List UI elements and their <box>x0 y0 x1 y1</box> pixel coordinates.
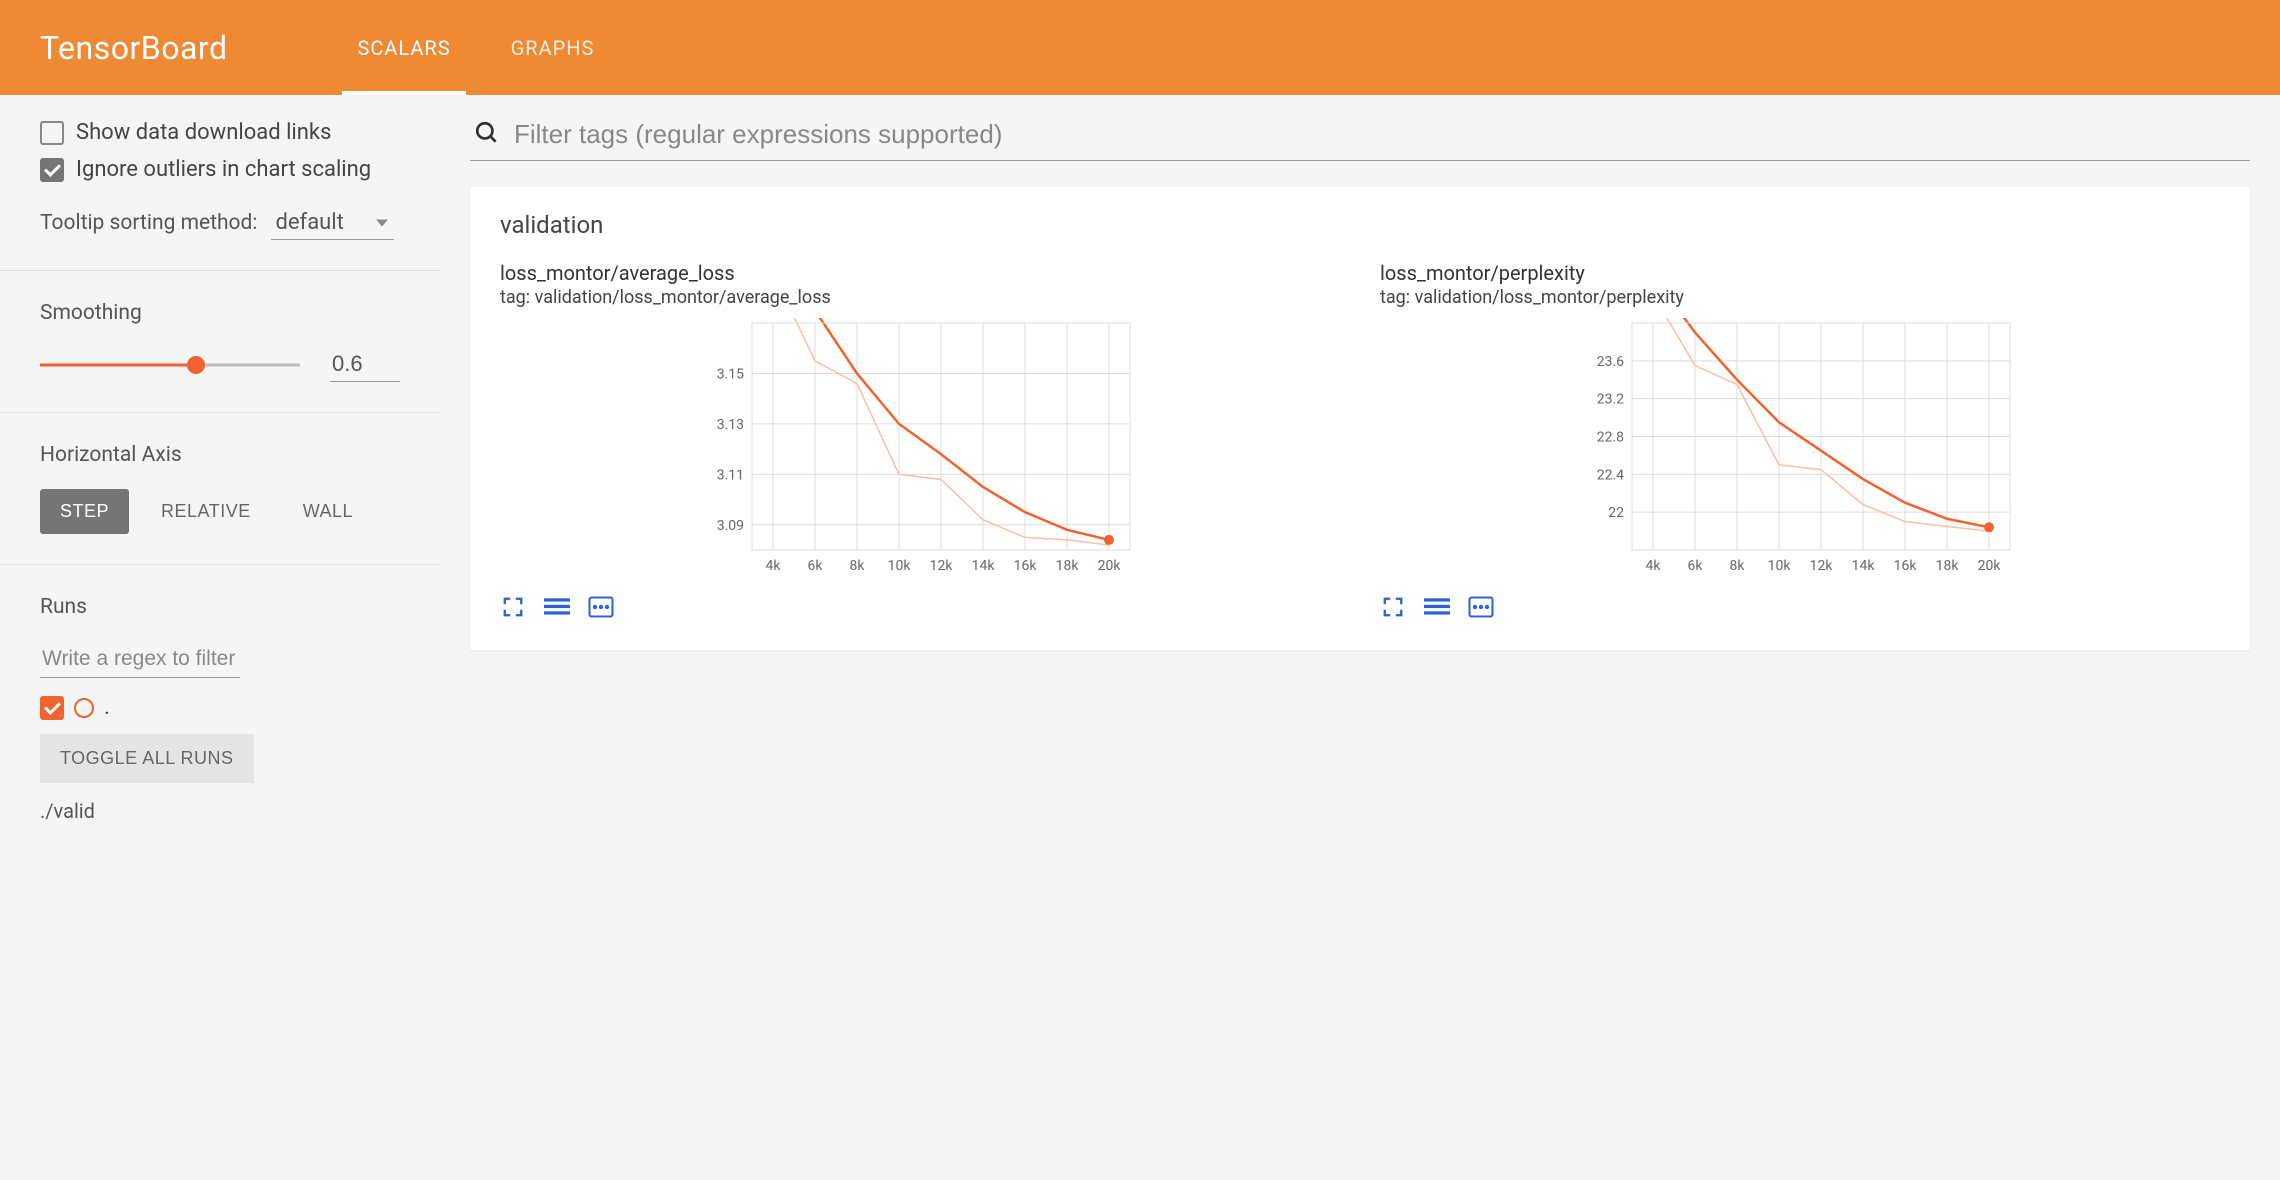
log-scale-icon[interactable] <box>544 594 570 620</box>
content: validation loss_montor/average_loss tag:… <box>440 95 2280 848</box>
chart-title: loss_montor/perplexity <box>1380 261 2220 285</box>
chart-perplexity: loss_montor/perplexity tag: validation/l… <box>1380 261 2220 620</box>
expand-icon[interactable] <box>1380 594 1406 620</box>
tooltip-sort-select[interactable]: default <box>271 206 393 240</box>
tooltip-sort-label: Tooltip sorting method: <box>40 211 257 235</box>
charts-row: loss_montor/average_loss tag: validation… <box>500 261 2220 620</box>
chart-title: loss_montor/average_loss <box>500 261 1340 285</box>
run-name-text: ./valid <box>40 799 400 823</box>
tag-filter-input[interactable] <box>514 119 2246 150</box>
svg-text:20k: 20k <box>1098 558 1122 574</box>
chart-tools <box>1380 594 2220 620</box>
svg-text:6k: 6k <box>1688 558 1704 574</box>
main: Show data download links Ignore outliers… <box>0 95 2280 848</box>
svg-text:14k: 14k <box>1852 558 1876 574</box>
panel-validation: validation loss_montor/average_loss tag:… <box>470 187 2250 650</box>
horizontal-axis-buttons: STEP RELATIVE WALL <box>40 489 400 534</box>
chart-tools <box>500 594 1340 620</box>
runs-filter-input[interactable] <box>40 641 240 678</box>
svg-text:4k: 4k <box>766 558 782 574</box>
svg-text:18k: 18k <box>1056 558 1080 574</box>
axis-relative-button[interactable]: RELATIVE <box>141 489 271 534</box>
show-download-links-row: Show data download links <box>40 120 400 145</box>
show-download-links-checkbox[interactable] <box>40 121 64 145</box>
chart-svg: 3.09 3.11 3.13 3.15 4k 6k 8k 10k 12k 14k 16k 18k 20k <box>500 318 1340 578</box>
tab-scalars[interactable]: SCALARS <box>327 0 480 95</box>
sidebar: Show data download links Ignore outliers… <box>0 95 440 848</box>
axis-step-button[interactable]: STEP <box>40 489 129 534</box>
expand-icon[interactable] <box>500 594 526 620</box>
divider <box>0 564 440 565</box>
svg-text:23.6: 23.6 <box>1597 354 1624 370</box>
svg-text:10k: 10k <box>888 558 912 574</box>
chart-average-loss: loss_montor/average_loss tag: validation… <box>500 261 1340 620</box>
run-symbol: . <box>104 697 110 719</box>
toggle-all-runs-button[interactable]: TOGGLE ALL RUNS <box>40 734 254 783</box>
svg-text:6k: 6k <box>808 558 824 574</box>
svg-text:22.4: 22.4 <box>1597 467 1624 483</box>
svg-text:16k: 16k <box>1894 558 1918 574</box>
svg-text:3.11: 3.11 <box>717 467 744 483</box>
fit-domain-icon[interactable] <box>588 594 614 620</box>
header: TensorBoard SCALARS GRAPHS <box>0 0 2280 95</box>
tab-graphs[interactable]: GRAPHS <box>481 0 625 95</box>
smoothing-label: Smoothing <box>40 301 400 325</box>
divider <box>0 270 440 271</box>
svg-text:22: 22 <box>1608 505 1624 521</box>
svg-text:23.2: 23.2 <box>1597 392 1624 408</box>
run-row: . <box>40 696 400 720</box>
chart-tag: tag: validation/loss_montor/average_loss <box>500 287 1340 308</box>
chart-svg: 22 22.4 22.8 23.2 23.6 4k 6k 8k 10k 12k 14k 16k 18k 2… <box>1380 318 2220 578</box>
svg-text:3.15: 3.15 <box>717 366 744 382</box>
panel-title: validation <box>500 211 2220 239</box>
axis-wall-button[interactable]: WALL <box>283 489 373 534</box>
ignore-outliers-checkbox[interactable] <box>40 158 64 182</box>
smoothing-value-input[interactable] <box>330 347 400 382</box>
chevron-down-icon <box>376 219 388 226</box>
fit-domain-icon[interactable] <box>1468 594 1494 620</box>
chart-tag: tag: validation/loss_montor/perplexity <box>1380 287 2220 308</box>
ignore-outliers-row: Ignore outliers in chart scaling <box>40 157 400 182</box>
smoothing-slider[interactable] <box>40 355 300 375</box>
slider-track-filled <box>40 363 196 366</box>
run-color-swatch-icon <box>74 698 94 718</box>
svg-text:18k: 18k <box>1936 558 1960 574</box>
brand-title: TensorBoard <box>40 29 227 67</box>
filter-row <box>470 113 2250 161</box>
header-tabs: SCALARS GRAPHS <box>327 0 624 95</box>
run-checkbox[interactable] <box>40 696 64 720</box>
svg-text:8k: 8k <box>850 558 866 574</box>
svg-text:20k: 20k <box>1978 558 2002 574</box>
svg-text:14k: 14k <box>972 558 996 574</box>
tooltip-sort-row: Tooltip sorting method: default <box>40 206 400 240</box>
show-download-links-label: Show data download links <box>76 120 331 145</box>
svg-text:3.13: 3.13 <box>717 417 744 433</box>
svg-text:12k: 12k <box>1810 558 1834 574</box>
smoothing-row <box>40 347 400 382</box>
runs-label: Runs <box>40 595 400 619</box>
divider <box>0 412 440 413</box>
search-icon <box>474 120 500 150</box>
slider-thumb[interactable] <box>187 356 205 374</box>
horizontal-axis-label: Horizontal Axis <box>40 443 400 467</box>
ignore-outliers-label: Ignore outliers in chart scaling <box>76 157 371 182</box>
svg-text:22.8: 22.8 <box>1597 430 1624 446</box>
tooltip-sort-value: default <box>275 210 343 235</box>
svg-text:4k: 4k <box>1646 558 1662 574</box>
svg-text:12k: 12k <box>930 558 954 574</box>
svg-text:10k: 10k <box>1768 558 1792 574</box>
log-scale-icon[interactable] <box>1424 594 1450 620</box>
svg-text:3.09: 3.09 <box>717 518 744 534</box>
svg-text:16k: 16k <box>1014 558 1038 574</box>
svg-text:8k: 8k <box>1730 558 1746 574</box>
